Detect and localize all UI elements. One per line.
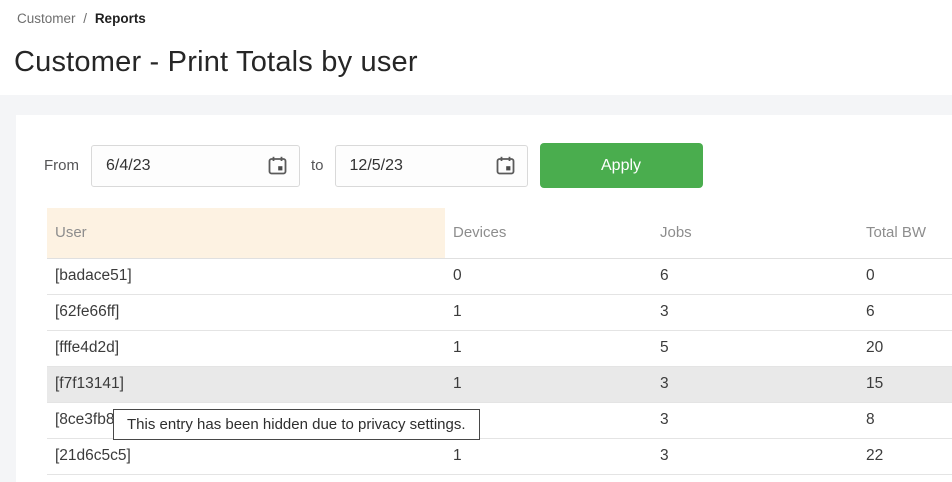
- total-bw-cell: 0: [858, 258, 952, 294]
- column-header-user[interactable]: User: [47, 208, 445, 258]
- total-bw-cell: 22: [858, 438, 952, 474]
- table-row-hovered[interactable]: [f7f13141] 1 3 15: [47, 366, 952, 402]
- breadcrumb: Customer / Reports: [17, 11, 146, 26]
- from-date-input[interactable]: [106, 157, 226, 175]
- jobs-cell: 3: [652, 402, 858, 438]
- devices-cell: 0: [445, 258, 652, 294]
- user-id-cell: [f7f13141]: [47, 366, 445, 402]
- page-header: Customer / Reports Customer - Print Tota…: [0, 0, 952, 95]
- column-header-jobs[interactable]: Jobs: [652, 208, 858, 258]
- table-row[interactable]: [62fe66ff] 1 3 6: [47, 294, 952, 330]
- jobs-cell: 6: [652, 258, 858, 294]
- table-header-row: User Devices Jobs Total BW: [47, 208, 952, 258]
- from-date-field[interactable]: [91, 145, 300, 187]
- total-bw-cell: 20: [858, 330, 952, 366]
- to-date-field[interactable]: [335, 145, 528, 187]
- table-row[interactable]: [21d6c5c5] 1 3 22: [47, 438, 952, 474]
- apply-button[interactable]: Apply: [540, 143, 703, 188]
- from-label: From: [44, 157, 79, 174]
- user-id-cell: [21d6c5c5]: [47, 438, 445, 474]
- total-bw-cell: 8: [858, 402, 952, 438]
- breadcrumb-separator: /: [83, 11, 87, 26]
- breadcrumb-item-reports: Reports: [95, 11, 146, 26]
- to-date-input[interactable]: [350, 157, 470, 175]
- total-bw-cell: 6: [858, 294, 952, 330]
- devices-cell: 1: [445, 438, 652, 474]
- jobs-cell: 3: [652, 366, 858, 402]
- to-label: to: [311, 157, 324, 174]
- devices-cell: 1: [445, 366, 652, 402]
- devices-cell: 1: [445, 330, 652, 366]
- jobs-cell: 3: [652, 294, 858, 330]
- jobs-cell: 3: [652, 438, 858, 474]
- table-row[interactable]: [fffe4d2d] 1 5 20: [47, 330, 952, 366]
- privacy-tooltip: This entry has been hidden due to privac…: [113, 409, 480, 440]
- user-id-cell: [62fe66ff]: [47, 294, 445, 330]
- calendar-icon[interactable]: [496, 156, 515, 175]
- devices-cell: 1: [445, 294, 652, 330]
- user-id-cell: [fffe4d2d]: [47, 330, 445, 366]
- breadcrumb-item-customer[interactable]: Customer: [17, 11, 76, 26]
- column-header-total-bw[interactable]: Total BW: [858, 208, 952, 258]
- jobs-cell: 5: [652, 330, 858, 366]
- date-filter-bar: From to: [44, 143, 703, 188]
- table-row[interactable]: [badace51] 0 6 0: [47, 258, 952, 294]
- column-header-devices[interactable]: Devices: [445, 208, 652, 258]
- calendar-icon[interactable]: [268, 156, 287, 175]
- user-id-cell: [badace51]: [47, 258, 445, 294]
- total-bw-cell: 15: [858, 366, 952, 402]
- page-title: Customer - Print Totals by user: [14, 46, 418, 79]
